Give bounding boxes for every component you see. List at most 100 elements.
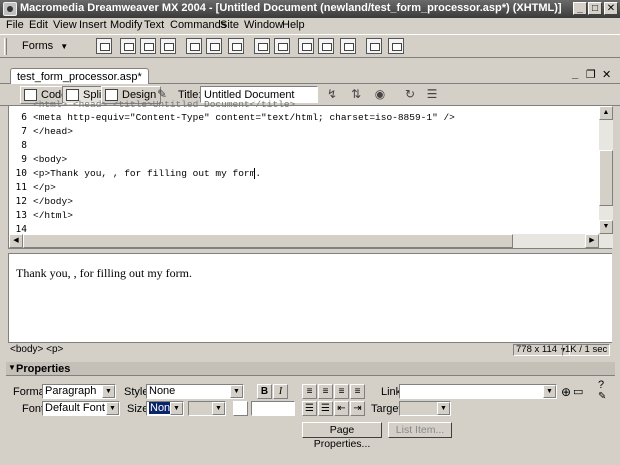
code-line: <body> <box>33 154 68 165</box>
point-to-file-icon[interactable]: ⊕ <box>561 385 571 399</box>
file-management-icon[interactable]: ↯ <box>322 87 342 103</box>
scroll-up-arrow-icon[interactable]: ▲ <box>599 106 613 120</box>
line-number: 12 <box>15 196 27 207</box>
code-line: </head> <box>33 126 73 137</box>
color-picker-button[interactable] <box>233 401 248 416</box>
chevron-down-icon: ▼ <box>170 402 183 415</box>
minimize-button[interactable]: _ <box>573 2 587 15</box>
list-item-button: List Item... <box>388 422 452 438</box>
image-field-icon[interactable] <box>298 38 314 54</box>
textarea-icon[interactable] <box>160 38 176 54</box>
menu-view[interactable]: View <box>53 19 77 31</box>
target-label: Target <box>371 403 402 415</box>
status-bar: <body> <p> 778 x 114 ▼ 1K / 1 sec <box>8 342 612 356</box>
code-line: </html> <box>33 210 73 221</box>
code-line: </body> <box>33 196 73 207</box>
chevron-down-icon: ▼ <box>230 385 243 398</box>
code-line-partial: <html> <head> <title>Untitled Document</… <box>33 99 296 110</box>
fieldset-icon[interactable] <box>388 38 404 54</box>
refresh-icon[interactable]: ↻ <box>400 87 420 103</box>
hidden-field-icon[interactable] <box>140 38 156 54</box>
chevron-down-icon: ▼ <box>60 42 69 51</box>
browse-folder-icon[interactable]: ▭ <box>573 385 583 398</box>
scroll-left-arrow-icon[interactable]: ◀ <box>9 234 23 248</box>
properties-header[interactable]: ▼ Properties <box>6 362 615 376</box>
outdent-icon[interactable]: ⇤ <box>334 401 349 416</box>
indent-icon[interactable]: ⇥ <box>350 401 365 416</box>
italic-button[interactable]: I <box>273 384 288 399</box>
code-line: <p>Thank you, , for filling out my form. <box>33 168 262 179</box>
menu-modify[interactable]: Modify <box>110 19 142 31</box>
ordered-list-icon[interactable]: ☰ <box>318 401 333 416</box>
debug-globe-icon[interactable]: ◉ <box>370 87 390 103</box>
label-icon[interactable] <box>366 38 382 54</box>
justify-icon[interactable]: ≡ <box>350 384 365 399</box>
line-number: 6 <box>21 112 27 123</box>
line-number: 11 <box>15 182 27 193</box>
menu-edit[interactable]: Edit <box>29 19 48 31</box>
maximize-button[interactable]: □ <box>588 2 602 15</box>
code-line: </p> <box>33 182 56 193</box>
close-button[interactable]: ✕ <box>604 2 618 15</box>
design-view[interactable]: Thank you, , for filling out my form. <box>8 254 612 342</box>
line-number: 9 <box>21 154 27 165</box>
window-size-value: 778 x 114 <box>516 344 558 355</box>
jump-menu-icon[interactable] <box>274 38 290 54</box>
size-select[interactable]: None ▼ <box>146 401 184 416</box>
format-value: Paragraph <box>45 385 97 397</box>
menu-file[interactable]: File <box>6 19 24 31</box>
title-bar: Macromedia Dreamweaver MX 2004 - [Untitl… <box>0 0 620 18</box>
code-line: <meta http-equiv="Content-Type" content=… <box>33 112 455 123</box>
align-center-icon[interactable]: ≡ <box>318 384 333 399</box>
page-properties-button[interactable]: Page Properties... <box>302 422 382 450</box>
design-paragraph[interactable]: Thank you, , for filling out my form. <box>16 266 192 281</box>
insert-toolbar: Forms ▼ <box>0 34 620 58</box>
menu-window[interactable]: Window <box>244 19 283 31</box>
radio-group-icon[interactable] <box>228 38 244 54</box>
checkbox-icon[interactable] <box>186 38 202 54</box>
menu-insert[interactable]: Insert <box>79 19 107 31</box>
collapse-triangle-icon[interactable]: ▼ <box>8 363 16 372</box>
align-left-icon[interactable]: ≡ <box>302 384 317 399</box>
menu-text[interactable]: Text <box>144 19 164 31</box>
code-vertical-scrollbar[interactable]: ▲ ▼ <box>599 106 613 234</box>
font-select[interactable]: Default Font ▼ <box>42 401 120 416</box>
code-horizontal-scrollbar[interactable]: ◀ ▶ <box>9 234 613 248</box>
dreamweaver-app-icon <box>3 2 17 16</box>
text-field-icon[interactable] <box>120 38 136 54</box>
view-options-icon[interactable]: ☰ <box>422 87 442 103</box>
button-icon[interactable] <box>340 38 356 54</box>
help-icon[interactable]: ? <box>598 379 604 391</box>
format-select[interactable]: Paragraph ▼ <box>42 384 116 399</box>
bold-button[interactable]: B <box>257 384 272 399</box>
scroll-right-arrow-icon[interactable]: ▶ <box>585 234 599 248</box>
align-right-icon[interactable]: ≡ <box>334 384 349 399</box>
style-select[interactable]: None ▼ <box>146 384 244 399</box>
list-menu-icon[interactable] <box>254 38 270 54</box>
link-input[interactable]: ▼ <box>399 384 557 399</box>
menu-help[interactable]: Help <box>282 19 305 31</box>
color-hex-input[interactable] <box>251 401 295 416</box>
preview-in-browser-icon[interactable]: ⇅ <box>346 87 366 103</box>
doc-close-icon[interactable]: ✕ <box>602 68 611 81</box>
quick-tag-editor-icon[interactable]: ✎ <box>598 391 606 402</box>
scroll-thumb[interactable] <box>599 150 613 206</box>
menu-site[interactable]: Site <box>220 19 239 31</box>
style-value: None <box>149 385 176 397</box>
scroll-down-arrow-icon[interactable]: ▼ <box>599 220 613 234</box>
doc-minimize-icon[interactable]: _ <box>572 68 578 80</box>
doc-restore-icon[interactable]: ❐ <box>586 68 596 81</box>
radio-button-icon[interactable] <box>206 38 222 54</box>
insert-category-dropdown[interactable]: Forms ▼ <box>22 40 68 52</box>
window-title: Macromedia Dreamweaver MX 2004 - [Untitl… <box>20 2 562 14</box>
form-icon[interactable] <box>96 38 112 54</box>
scroll-thumb[interactable] <box>23 234 513 248</box>
tag-selector[interactable]: <body> <p> <box>10 344 63 355</box>
code-view[interactable]: <html> <head> <title>Untitled Document</… <box>8 99 613 248</box>
document-tab[interactable]: test_form_processor.asp* <box>10 68 149 84</box>
file-field-icon[interactable] <box>318 38 334 54</box>
toolbar-grip[interactable] <box>4 38 7 55</box>
line-number: 10 <box>15 168 27 179</box>
unordered-list-icon[interactable]: ☰ <box>302 401 317 416</box>
menu-commands[interactable]: Commands <box>170 19 226 31</box>
